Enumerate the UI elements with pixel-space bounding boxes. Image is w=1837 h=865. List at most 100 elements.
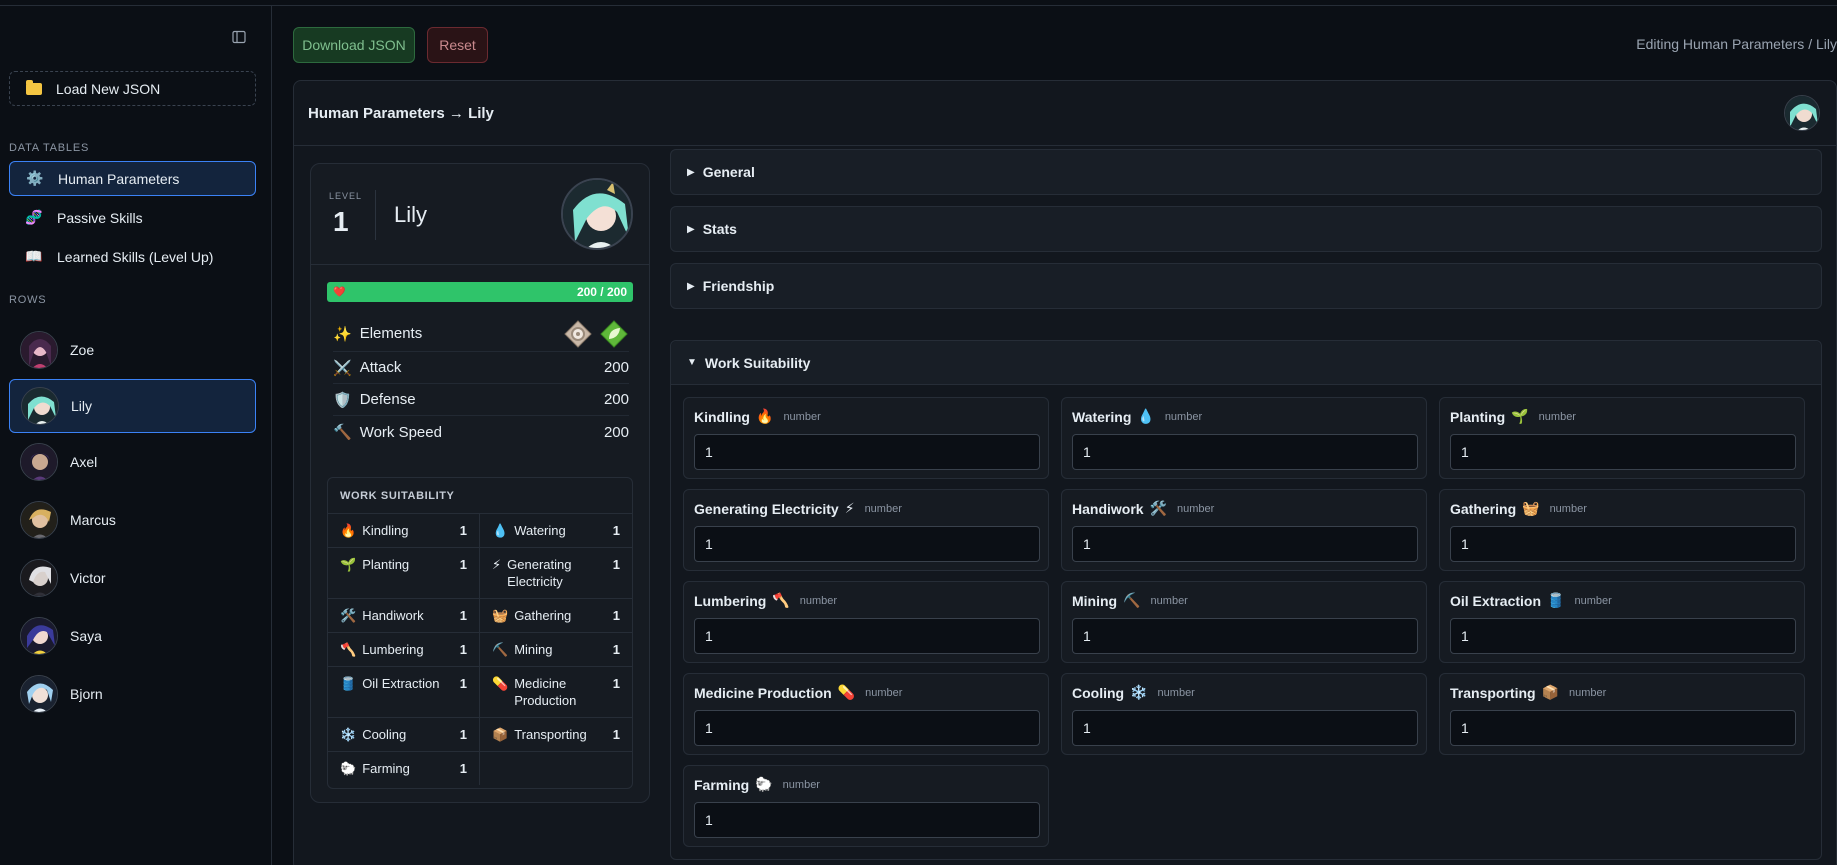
basket-icon: 🧺 — [1522, 500, 1540, 516]
stat-value: 200 — [603, 359, 629, 376]
divider — [375, 190, 376, 240]
field-oil-extraction: Oil Extraction 🛢️ number — [1439, 581, 1805, 663]
sidebar-item-human-parameters[interactable]: ⚙️ Human Parameters — [9, 161, 256, 196]
cooling-input[interactable] — [1072, 710, 1418, 746]
caret-down-icon: ▼ — [687, 357, 697, 368]
ws-cell: ❄️ Cooling 1 — [328, 718, 480, 752]
stat-row-work-speed: 🔨 Work Speed 200 — [333, 416, 629, 448]
ws-value: 1 — [612, 608, 620, 623]
row-item-axel[interactable]: Axel — [9, 435, 256, 489]
ws-label: Lumbering — [362, 642, 424, 657]
field-planting: Planting 🌱 number — [1439, 397, 1805, 479]
level-label: LEVEL — [329, 191, 363, 201]
stat-row-defense: 🛡️ Defense 200 — [333, 384, 629, 416]
watering-input[interactable] — [1072, 434, 1418, 470]
row-item-bjorn[interactable]: Bjorn — [9, 667, 256, 721]
medicine-production-input[interactable] — [694, 710, 1040, 746]
ws-value: 1 — [459, 727, 467, 742]
row-item-zoe[interactable]: Zoe — [9, 323, 256, 377]
row-item-label: Lily — [71, 398, 93, 414]
pill-icon: 💊 — [837, 684, 856, 700]
kindling-input[interactable] — [694, 434, 1040, 470]
lumbering-input[interactable] — [694, 618, 1040, 654]
ws-label: Generating Electricity — [507, 557, 572, 589]
sidebar-item-learned-skills[interactable]: 📖 Learned Skills (Level Up) — [9, 239, 256, 274]
planting-input[interactable] — [1450, 434, 1796, 470]
character-name: Lily — [394, 202, 428, 227]
ws-label: Farming — [362, 761, 410, 776]
oil-extraction-input[interactable] — [1450, 618, 1796, 654]
ws-label: Oil Extraction — [362, 676, 440, 691]
field-label: Watering — [1072, 408, 1132, 425]
fire-icon: 🔥 — [756, 408, 774, 424]
transporting-input[interactable] — [1450, 710, 1796, 746]
ws-cell: 🛠️ Handiwork 1 — [328, 599, 480, 633]
avatar — [20, 617, 58, 655]
field-label: Medicine Production — [694, 684, 832, 701]
ws-value: 1 — [459, 642, 467, 657]
ws-cell: 🌱 Planting 1 — [328, 548, 480, 599]
hp-value: 200 / 200 — [576, 285, 627, 299]
sidebar-item-label: Passive Skills — [57, 209, 143, 226]
work-suitability-header: WORK SUITABILITY — [328, 478, 632, 514]
section-label: Stats — [702, 221, 737, 237]
ws-cell: 📦 Transporting 1 — [480, 718, 632, 752]
ws-cell: 💊 Medicine Production 1 — [480, 667, 632, 718]
droplet-icon: 💧 — [492, 523, 509, 538]
load-json-button[interactable]: Load New JSON — [9, 71, 256, 106]
ws-label: Gathering — [514, 608, 572, 623]
ws-value: 1 — [459, 761, 467, 776]
ws-value: 1 — [459, 676, 467, 691]
ws-label: Watering — [514, 523, 566, 538]
ws-cell: ⚡ Generating Electricity 1 — [480, 548, 632, 599]
stat-label: Work Speed — [359, 423, 442, 441]
row-item-victor[interactable]: Victor — [9, 551, 256, 605]
lightning-icon: ⚡ — [492, 557, 502, 572]
package-icon: 📦 — [1541, 684, 1559, 700]
gathering-input[interactable] — [1450, 526, 1796, 562]
data-tables-header: DATA TABLES — [9, 142, 90, 154]
ws-label: Transporting — [514, 727, 587, 742]
seedling-icon: 🌱 — [340, 557, 357, 572]
generating-electricity-input[interactable] — [694, 526, 1040, 562]
row-item-lily[interactable]: Lily — [9, 379, 256, 433]
card-header: LEVEL 1 Lily — [311, 164, 649, 265]
caret-right-icon: ▶ — [687, 166, 695, 178]
field-gathering: Gathering 🧺 number — [1439, 489, 1805, 571]
ws-cell: 🪓 Lumbering 1 — [328, 633, 480, 667]
reset-button[interactable]: Reset — [427, 27, 488, 63]
field-mining: Mining ⛏️ number — [1061, 581, 1427, 663]
row-item-marcus[interactable]: Marcus — [9, 493, 256, 547]
ws-value: 1 — [612, 642, 620, 657]
sidebar-toggle-icon[interactable] — [231, 30, 247, 46]
sheep-icon: 🐑 — [755, 776, 773, 792]
character-card: LEVEL 1 Lily ❤️ 200 / 200 ✨ Elements ⚔️ … — [310, 163, 650, 803]
download-json-button[interactable]: Download JSON — [293, 27, 415, 63]
avatar — [20, 559, 58, 597]
section-general[interactable]: ▶ General — [670, 149, 1822, 195]
row-item-label: Victor — [70, 570, 106, 586]
snowflake-icon: ❄️ — [340, 727, 357, 742]
sidebar-item-passive-skills[interactable]: 🧬 Passive Skills — [9, 200, 256, 235]
grass-element-icon — [599, 319, 629, 349]
field-kindling: Kindling 🔥 number — [683, 397, 1049, 479]
character-portrait — [561, 178, 633, 250]
field-type: number — [1157, 686, 1195, 699]
section-header[interactable]: ▼ Work Suitability — [671, 341, 1821, 385]
row-item-saya[interactable]: Saya — [9, 609, 256, 663]
section-friendship[interactable]: ▶ Friendship — [670, 263, 1822, 309]
handiwork-input[interactable] — [1072, 526, 1418, 562]
section-stats[interactable]: ▶ Stats — [670, 206, 1822, 252]
section-work-suitability: ▼ Work Suitability Kindling 🔥 number Wateri… — [670, 340, 1822, 860]
caret-right-icon: ▶ — [687, 223, 695, 235]
farming-input[interactable] — [694, 802, 1040, 838]
ws-value: 1 — [612, 676, 620, 691]
elements-label: Elements — [359, 325, 423, 342]
field-generating-electricity: Generating Electricity ⚡ number — [683, 489, 1049, 571]
ws-cell: 🐑 Farming 1 — [328, 752, 480, 785]
mining-input[interactable] — [1072, 618, 1418, 654]
package-icon: 📦 — [492, 727, 509, 742]
section-label: General — [702, 164, 755, 180]
field-type: number — [1177, 502, 1215, 515]
ws-cell: ⛏️ Mining 1 — [480, 633, 632, 667]
